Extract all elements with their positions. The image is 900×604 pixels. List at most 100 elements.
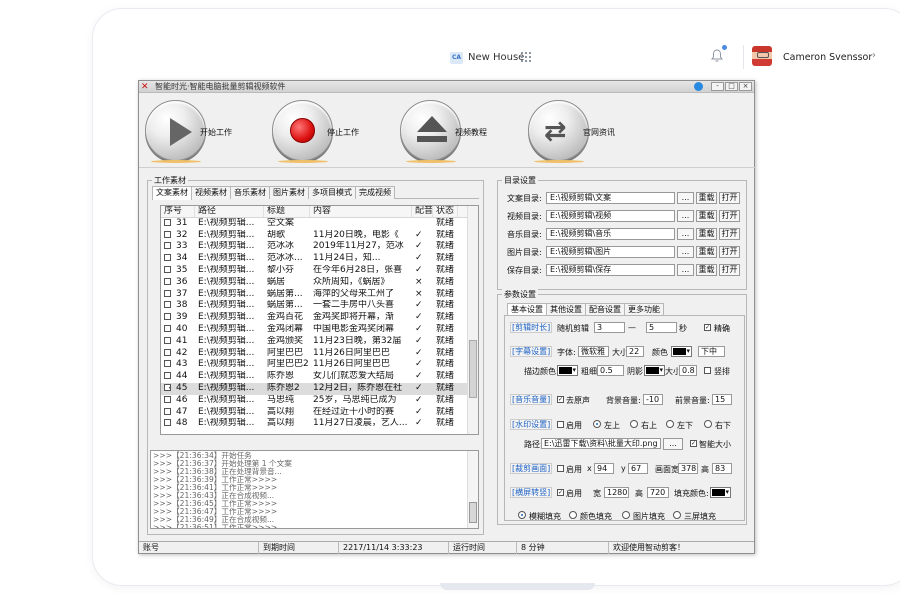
shadow-size-input[interactable]: 0.8 [679, 365, 697, 376]
row-checkbox[interactable] [164, 218, 171, 226]
fill-color-select[interactable] [710, 487, 731, 498]
reload-directory-button[interactable]: 重载 [696, 246, 717, 258]
table-scroll-thumb[interactable] [469, 340, 477, 398]
table-row[interactable]: 35 E:\视频剪辑... 黎小芬 在今年6月28日，张喜 ✓ 就绪 [161, 265, 478, 277]
tab-multi-project[interactable]: 多项目模式 [308, 186, 356, 199]
output-height-input[interactable]: 720 [647, 487, 669, 498]
foreground-volume-input[interactable]: 15 [712, 394, 732, 405]
blur-fill-radio[interactable] [518, 511, 526, 519]
table-row[interactable]: 33 E:\视频剪辑... 范冰冰 2019年11月27，范冰 ✓ 就绪 [161, 241, 478, 253]
stroke-width-input[interactable]: 0.5 [597, 365, 624, 376]
row-checkbox[interactable] [164, 372, 171, 380]
table-scrollbar[interactable] [467, 206, 478, 434]
table-row[interactable]: 34 E:\视频剪辑... 范冰冰... 11月24日，知... ✓ 就绪 [161, 253, 478, 265]
row-checkbox[interactable] [164, 313, 171, 321]
tab-video-material[interactable]: 视频素材 [191, 186, 231, 199]
close-button[interactable]: × [739, 82, 752, 91]
crop-y-input[interactable]: 67 [628, 463, 648, 474]
font-select[interactable]: 微软雅 [578, 346, 609, 357]
tab-basic-settings[interactable]: 基本设置 [507, 303, 547, 315]
watermark-top-left-radio[interactable] [593, 420, 601, 428]
row-checkbox[interactable] [164, 324, 171, 332]
row-checkbox[interactable] [164, 407, 171, 415]
crop-enable-checkbox[interactable] [557, 465, 564, 472]
cut-min-input[interactable]: 3 [594, 322, 625, 333]
font-size-input[interactable]: 22 [626, 346, 644, 357]
row-checkbox[interactable]: ✓ [164, 383, 171, 391]
crop-width-input[interactable]: 378 [678, 463, 698, 474]
font-color-select[interactable] [671, 346, 692, 357]
crop-x-input[interactable]: 94 [594, 463, 614, 474]
row-checkbox[interactable] [164, 265, 171, 273]
row-checkbox[interactable] [164, 336, 171, 344]
table-row[interactable]: 32 E:\视频剪辑... 胡歌 11月20日晚，电影《 ✓ 就绪 [161, 230, 478, 242]
watermark-path-input[interactable]: E:\迅雷下载\资料\批量大印.png [541, 438, 661, 449]
project-house-icon[interactable]: CA [450, 52, 463, 64]
notification-bell-icon[interactable] [711, 49, 723, 63]
tab-copy-material[interactable]: 文案素材 [152, 186, 192, 200]
row-checkbox[interactable] [164, 242, 171, 250]
copy-material-table[interactable]: 序号 路径 标题 内容 配音 状态 31 E:\视频剪辑... 空文案 就绪 32 E:\… [160, 205, 479, 435]
tab-more-features[interactable]: 更多功能 [624, 303, 664, 315]
directory-path-input[interactable]: E:\视频剪辑\文案 [546, 192, 675, 204]
reload-directory-button[interactable]: 重载 [696, 192, 717, 204]
table-row[interactable]: 31 E:\视频剪辑... 空文案 就绪 [161, 218, 478, 230]
crop-height-input[interactable]: 83 [712, 463, 732, 474]
browse-directory-button[interactable]: ... [677, 192, 694, 204]
reload-directory-button[interactable]: 重载 [696, 264, 717, 276]
header-title[interactable]: 标题 [264, 206, 310, 217]
row-checkbox[interactable] [164, 419, 171, 427]
open-directory-button[interactable]: 打开 [719, 264, 740, 276]
log-scrollbar[interactable] [467, 451, 478, 528]
tab-music-material[interactable]: 音乐素材 [230, 186, 270, 199]
browse-directory-button[interactable]: ... [677, 264, 694, 276]
table-row[interactable]: 40 E:\视频剪辑... 金鸡闭幕 中国电影金鸡奖闭幕 ✓ 就绪 [161, 324, 478, 336]
stroke-color-select[interactable] [557, 365, 578, 376]
table-row[interactable]: 43 E:\视频剪辑... 阿里巴巴2 11月26日阿里巴巴 ✓ 就绪 [161, 359, 478, 371]
reload-directory-button[interactable]: 重载 [696, 210, 717, 222]
shadow-color-select[interactable] [644, 365, 665, 376]
row-checkbox[interactable] [164, 254, 171, 262]
stop-work-button[interactable]: 停止工作 [268, 97, 398, 167]
skin-icon[interactable] [694, 82, 703, 91]
maximize-button[interactable]: □ [725, 82, 738, 91]
landscape-enable-checkbox[interactable]: ✓ [557, 489, 564, 496]
smart-size-checkbox[interactable]: ✓ [690, 440, 697, 447]
header-content[interactable]: 内容 [310, 206, 412, 217]
background-volume-input[interactable]: -10 [643, 394, 663, 405]
work-log[interactable]: >>>【21:36:34】开始任务 >>>【21:36:37】开始处理第 1 个文… [150, 450, 479, 529]
table-row[interactable]: 37 E:\视频剪辑... 蜗居第... 海萍的父母来工州了 × 就绪 [161, 289, 478, 301]
directory-path-input[interactable]: E:\视频剪辑\图片 [546, 246, 675, 258]
avatar[interactable] [752, 46, 772, 66]
tab-image-material[interactable]: 图片素材 [269, 186, 309, 199]
open-directory-button[interactable]: 打开 [719, 210, 740, 222]
image-fill-radio[interactable] [622, 511, 630, 519]
header-dub[interactable]: 配音 [412, 206, 433, 217]
tab-dubbing-settings[interactable]: 配音设置 [585, 303, 625, 315]
tab-finished-video[interactable]: 完成视频 [355, 186, 395, 199]
browse-directory-button[interactable]: ... [677, 210, 694, 222]
row-checkbox[interactable] [164, 277, 171, 285]
table-row[interactable]: 39 E:\视频剪辑... 金鸡百花 金鸡奖即将开幕，渐 ✓ 就绪 [161, 312, 478, 324]
project-name[interactable]: New House [468, 52, 524, 63]
row-checkbox[interactable] [164, 360, 171, 368]
directory-path-input[interactable]: E:\视频剪辑\保存 [546, 264, 675, 276]
remove-voice-checkbox[interactable]: ✓ [557, 396, 564, 403]
official-news-button[interactable]: ⇄ 官网资讯 [524, 97, 654, 167]
watermark-top-right-radio[interactable] [630, 420, 638, 428]
table-row[interactable]: 46 E:\视频剪辑... 马思纯 25岁，马思纯已成为 ✓ 就绪 [161, 395, 478, 407]
table-row[interactable]: 44 E:\视频剪辑... 陈乔恩 女儿们就恋爱大结局 ✓ 就绪 [161, 371, 478, 383]
header-index[interactable]: 序号 [161, 206, 195, 217]
start-work-button[interactable]: 开始工作 [141, 97, 271, 167]
directory-path-input[interactable]: E:\视频剪辑\音乐 [546, 228, 675, 240]
browse-directory-button[interactable]: ... [677, 228, 694, 240]
header-path[interactable]: 路径 [195, 206, 264, 217]
table-row[interactable]: ✓ 45 E:\视频剪辑... 陈乔恩2 12月2日，陈乔恩在社 ✓ 就绪 [161, 382, 478, 395]
table-row[interactable]: 36 E:\视频剪辑... 蜗居 众所周知，《蜗居》 × 就绪 [161, 277, 478, 289]
table-row[interactable]: 41 E:\视频剪辑... 金鸡颁奖 11月23日晚，第32届 ✓ 就绪 [161, 336, 478, 348]
header-status[interactable]: 状态 [433, 206, 458, 217]
output-width-input[interactable]: 1280 [604, 487, 629, 498]
watermark-bottom-right-radio[interactable] [704, 420, 712, 428]
open-directory-button[interactable]: 打开 [719, 228, 740, 240]
user-name[interactable]: Cameron Svenssor [783, 52, 872, 63]
